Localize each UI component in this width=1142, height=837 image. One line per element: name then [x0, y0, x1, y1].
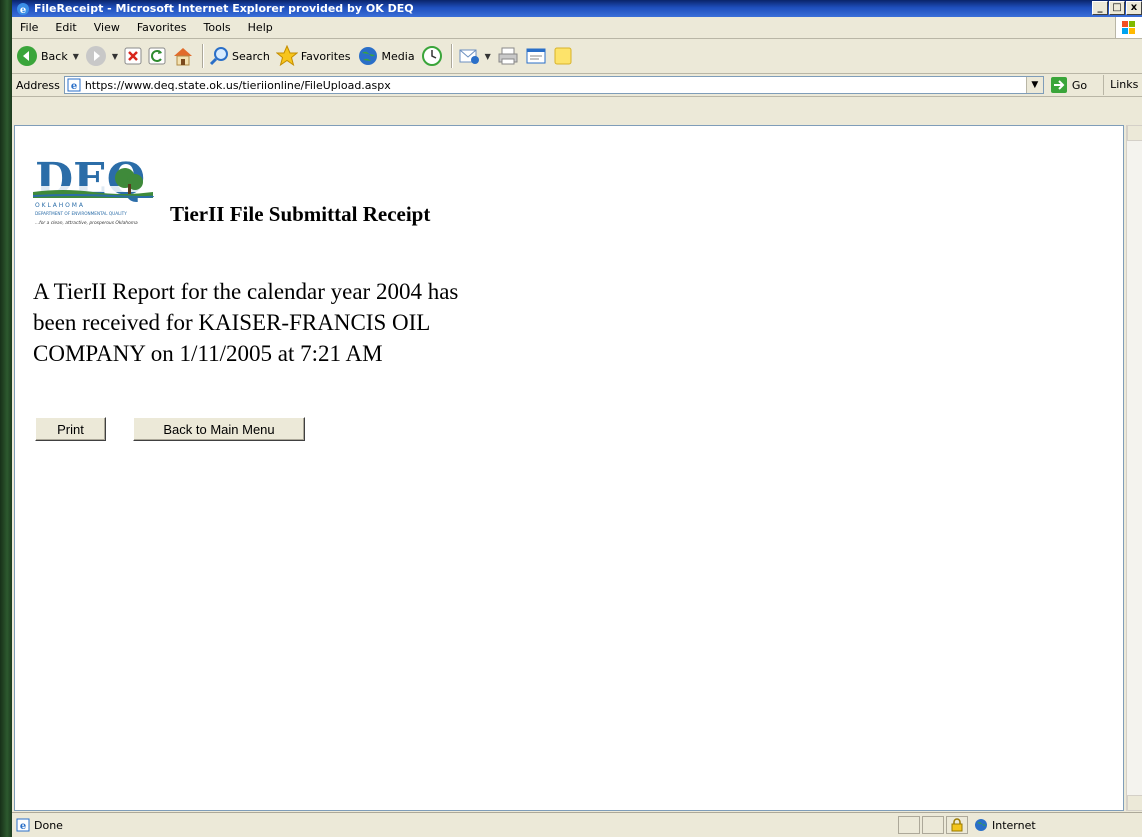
- status-bar: e Done Internet: [12, 812, 1142, 837]
- favorites-star-icon: [275, 45, 298, 67]
- logo-tagline: ...for a clean, attractive, prosperous O…: [35, 220, 138, 226]
- status-main: e Done: [12, 818, 896, 832]
- toolbar: Back ▼ ▼ Search Favorites Media ▼: [12, 39, 1142, 74]
- printer-icon: [498, 47, 518, 65]
- edit-toolbar-button[interactable]: [525, 42, 547, 70]
- window-controls: _ □ x: [1092, 1, 1142, 15]
- windows-logo-icon: [1115, 17, 1142, 38]
- search-label: Search: [232, 49, 270, 63]
- history-icon: [421, 46, 442, 66]
- svg-text:e: e: [71, 81, 77, 92]
- home-icon: [174, 48, 193, 66]
- search-button[interactable]: Search: [209, 42, 270, 70]
- menu-favorites[interactable]: Favorites: [129, 21, 196, 34]
- address-url: https://www.deq.state.ok.us/tieriionline…: [84, 78, 391, 92]
- forward-arrow-icon: [85, 46, 106, 66]
- refresh-icon: [148, 47, 166, 65]
- status-text: Done: [34, 818, 63, 832]
- minimize-button[interactable]: _: [1092, 1, 1108, 15]
- status-pane: [922, 816, 944, 834]
- media-label: Media: [381, 49, 415, 63]
- messenger-button[interactable]: [553, 42, 573, 70]
- edit-page-icon: [526, 48, 546, 64]
- vertical-scrollbar[interactable]: [1126, 125, 1142, 811]
- menu-file[interactable]: File: [12, 21, 47, 34]
- logo-state: O K L A H O M A: [35, 202, 84, 209]
- favorites-label: Favorites: [300, 49, 351, 63]
- back-button[interactable]: Back ▼: [16, 42, 79, 70]
- search-icon: [209, 47, 229, 66]
- close-button[interactable]: x: [1126, 1, 1142, 15]
- browser-window: e FileReceipt - Microsoft Internet Explo…: [12, 0, 1142, 837]
- forward-button[interactable]: ▼: [85, 42, 118, 70]
- back-dropdown-icon[interactable]: ▼: [73, 52, 79, 61]
- status-pane: [898, 816, 920, 834]
- media-globe-icon: [358, 47, 377, 65]
- address-dropdown-icon[interactable]: ▼: [1025, 77, 1043, 93]
- zone-text: Internet: [992, 818, 1036, 832]
- mail-button[interactable]: ▼: [458, 42, 491, 70]
- home-button[interactable]: [172, 42, 194, 70]
- logo-department: DEPARTMENT OF ENVIRONMENTAL QUALITY: [35, 211, 127, 216]
- mail-dropdown-icon[interactable]: ▼: [485, 52, 491, 61]
- maximize-button[interactable]: □: [1109, 1, 1125, 15]
- internet-globe-icon: [975, 819, 987, 831]
- favorites-button[interactable]: Favorites: [275, 42, 351, 70]
- toolbar-separator: [450, 44, 452, 68]
- menu-bar: File Edit View Favorites Tools Help: [12, 17, 1142, 39]
- go-button[interactable]: Go: [1050, 76, 1087, 94]
- scroll-down-icon[interactable]: [1127, 795, 1142, 811]
- print-button[interactable]: Print: [35, 417, 106, 441]
- zone-indicator: Internet: [974, 818, 1036, 832]
- links-button[interactable]: Links: [1103, 75, 1138, 95]
- desktop-background: [0, 0, 12, 837]
- menu-edit[interactable]: Edit: [47, 21, 85, 34]
- svg-text:e: e: [20, 5, 26, 16]
- back-to-main-menu-button[interactable]: Back to Main Menu: [133, 417, 305, 441]
- address-bar: Address e https://www.deq.state.ok.us/ti…: [12, 74, 1142, 97]
- menu-help[interactable]: Help: [240, 21, 282, 34]
- window-title: FileReceipt - Microsoft Internet Explore…: [34, 2, 414, 15]
- security-lock-icon[interactable]: [946, 816, 968, 834]
- ie-icon: e: [17, 2, 29, 16]
- media-button[interactable]: Media: [357, 42, 415, 70]
- menu-view[interactable]: View: [86, 21, 129, 34]
- page-done-icon: e: [16, 818, 30, 832]
- back-label: Back: [41, 49, 68, 63]
- mail-icon: [459, 49, 479, 64]
- stop-button[interactable]: [124, 42, 142, 70]
- refresh-button[interactable]: [148, 42, 166, 70]
- go-label: Go: [1071, 78, 1088, 92]
- scroll-up-icon[interactable]: [1127, 125, 1142, 141]
- title-bar[interactable]: e FileReceipt - Microsoft Internet Explo…: [12, 0, 1142, 17]
- address-input[interactable]: e https://www.deq.state.ok.us/tieriionli…: [63, 76, 1044, 94]
- receipt-message: A TierII Report for the calendar year 20…: [33, 279, 459, 366]
- forward-dropdown-icon[interactable]: ▼: [112, 52, 118, 61]
- back-arrow-icon: [17, 46, 37, 66]
- stop-icon: [124, 47, 142, 65]
- menu-tools[interactable]: Tools: [196, 21, 240, 34]
- svg-text:e: e: [20, 821, 26, 832]
- page-content: DEQ O K L A H O M A DEPARTMENT OF ENVIRO…: [14, 125, 1124, 811]
- toolbar-separator: [202, 44, 204, 68]
- history-button[interactable]: [421, 42, 443, 70]
- page-icon: e: [67, 78, 81, 92]
- page-title: TierII File Submittal Receipt: [170, 202, 431, 226]
- note-icon: [554, 47, 572, 65]
- address-label: Address: [16, 78, 60, 92]
- print-toolbar-button[interactable]: [497, 42, 519, 70]
- deq-logo: DEQ O K L A H O M A DEPARTMENT OF ENVIRO…: [32, 150, 158, 228]
- go-arrow-icon: [1050, 77, 1067, 93]
